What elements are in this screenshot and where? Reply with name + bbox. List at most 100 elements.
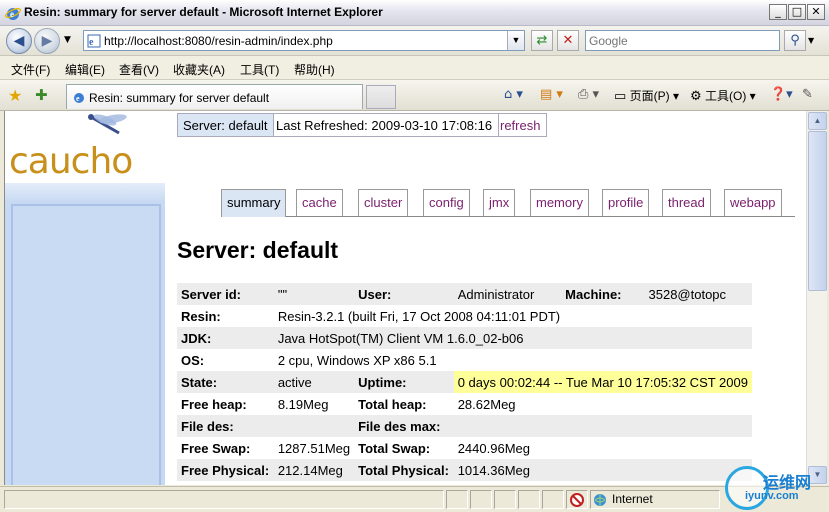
menu-edit[interactable]: 编辑(E): [65, 61, 105, 78]
info-label: Free Swap:: [177, 437, 274, 459]
tab-resin-summary[interactable]: e Resin: summary for server default: [66, 84, 363, 109]
stop-icon[interactable]: ✕: [557, 30, 579, 51]
info-label: User:: [354, 283, 454, 305]
tab-profile[interactable]: profile: [602, 189, 650, 216]
minimize-button[interactable]: _: [769, 4, 787, 20]
ie-logo-icon: e: [5, 8, 21, 20]
scroll-up-icon[interactable]: ▲: [808, 112, 827, 130]
menu-help[interactable]: 帮助(H): [294, 61, 335, 78]
info-value: active: [273, 371, 355, 393]
table-row: State: active Uptime: 0 days 00:02:44 --…: [177, 371, 752, 393]
forward-button[interactable]: ▶: [34, 28, 60, 54]
info-value: Java HotSpot(TM) Client VM 1.6.0_02-b06: [273, 327, 752, 349]
status-bar: Internet: [0, 486, 829, 512]
info-label: Total Swap:: [354, 437, 454, 459]
info-value: 1014.36Meg: [453, 459, 752, 481]
status-cell: [446, 490, 468, 509]
page-menu[interactable]: ▭ 页面(P) ▾: [614, 87, 679, 104]
menu-bar: 文件(F) 编辑(E) 查看(V) 收藏夹(A) 工具(T) 帮助(H): [0, 56, 829, 80]
refresh-icon[interactable]: ⇄: [531, 30, 553, 51]
info-value: 8.19Meg: [273, 393, 355, 415]
search-icon[interactable]: ⚲: [784, 30, 806, 51]
tab-summary[interactable]: summary: [221, 189, 287, 217]
tab-label: Resin: summary for server default: [89, 91, 270, 105]
info-value: 28.62Meg: [453, 393, 752, 415]
info-value: Administrator: [453, 283, 562, 305]
search-box[interactable]: [585, 30, 780, 51]
address-dropdown-icon[interactable]: ▼: [507, 31, 524, 50]
scroll-thumb[interactable]: [808, 131, 827, 291]
tab-jmx[interactable]: jmx: [483, 189, 516, 216]
tab-config[interactable]: config: [423, 189, 470, 216]
info-value: 3528@totopc: [644, 283, 752, 305]
new-tab-button[interactable]: [366, 85, 396, 109]
status-message: [4, 490, 444, 509]
status-cell: [470, 490, 492, 509]
table-row: JDK: Java HotSpot(TM) Client VM 1.6.0_02…: [177, 327, 752, 349]
help-icon[interactable]: ❓▾: [770, 87, 793, 102]
info-label: Machine:: [561, 283, 645, 305]
menu-view[interactable]: 查看(V): [119, 61, 159, 78]
address-field[interactable]: e ▼: [83, 30, 525, 51]
menu-tools[interactable]: 工具(T): [240, 61, 279, 78]
search-options-icon[interactable]: ▼: [808, 36, 814, 45]
admin-nav-tabs: summary cache cluster config jmx memory …: [221, 189, 795, 217]
status-cell: [542, 490, 564, 509]
tab-cache[interactable]: cache: [296, 189, 343, 216]
tab-memory[interactable]: memory: [530, 189, 589, 216]
title-bar: e Resin: summary for server default - Mi…: [0, 0, 829, 26]
tab-bar: ★ ✚ e Resin: summary for server default …: [0, 80, 829, 111]
refresh-link[interactable]: refresh: [494, 113, 548, 137]
table-row: File des: File des max:: [177, 415, 752, 437]
sidebar-panel: [11, 204, 161, 485]
info-value: 1287.51Meg: [273, 437, 355, 459]
page-menu-label: 页面(P): [629, 89, 670, 103]
dragonfly-logo-icon: [88, 114, 127, 135]
info-value: 2440.96Meg: [453, 437, 752, 459]
address-input[interactable]: [104, 32, 504, 49]
menu-file[interactable]: 文件(F): [11, 61, 50, 78]
table-row: Free Swap: 1287.51Meg Total Swap: 2440.9…: [177, 437, 752, 459]
svg-text:e: e: [76, 94, 80, 103]
tab-cluster[interactable]: cluster: [358, 189, 409, 216]
info-value: [453, 415, 752, 437]
maximize-button[interactable]: □: [788, 4, 806, 20]
svg-text:e: e: [89, 37, 94, 48]
popup-blocked-icon[interactable]: [566, 490, 588, 509]
info-label: State:: [177, 371, 274, 393]
info-label: Free heap:: [177, 393, 274, 415]
menu-favorites[interactable]: 收藏夹(A): [173, 61, 225, 78]
table-row: Free Physical: 212.14Meg Total Physical:…: [177, 459, 752, 481]
info-label: Server id:: [177, 283, 274, 305]
last-refreshed: Last Refreshed: 2009-03-10 17:08:16: [270, 113, 500, 137]
search-input[interactable]: [589, 32, 774, 49]
watermark-logo: 运维网 iyunv.com: [725, 466, 829, 512]
status-cell: [494, 490, 516, 509]
info-value: 2 cpu, Windows XP x86 5.1: [273, 349, 752, 371]
tools-menu-label: 工具(O): [705, 89, 747, 103]
vertical-scrollbar[interactable]: ▲ ▼: [806, 111, 827, 485]
page-icon: e: [87, 34, 101, 48]
svg-text:e: e: [10, 9, 14, 19]
info-label: Free Physical:: [177, 459, 274, 481]
forward-arrow-icon: ▶: [41, 33, 53, 49]
info-label: File des:: [177, 415, 274, 437]
home-icon[interactable]: ⌂ ▾: [504, 87, 523, 102]
tools-menu[interactable]: ⚙ 工具(O) ▾: [690, 87, 756, 104]
close-button[interactable]: ✕: [807, 4, 825, 20]
page-icon: e: [74, 93, 84, 103]
globe-icon: [594, 494, 606, 506]
back-arrow-icon: ◀: [13, 33, 25, 49]
research-icon[interactable]: ✎: [802, 87, 813, 102]
rss-feed-icon[interactable]: ▤ ▾: [540, 87, 563, 102]
table-row: OS: 2 cpu, Windows XP x86 5.1: [177, 349, 752, 371]
history-dropdown-icon[interactable]: ▼: [64, 35, 71, 45]
print-icon[interactable]: ⎙ ▾: [578, 87, 599, 102]
table-row: Resin: Resin-3.2.1 (built Fri, 17 Oct 20…: [177, 305, 752, 327]
tab-webapp[interactable]: webapp: [724, 189, 782, 216]
favorites-star-icon[interactable]: ★: [8, 86, 22, 105]
info-value: Resin-3.2.1 (built Fri, 17 Oct 2008 04:1…: [273, 305, 752, 327]
back-button[interactable]: ◀: [6, 28, 32, 54]
tab-thread[interactable]: thread: [662, 189, 711, 216]
add-favorite-icon[interactable]: ✚: [35, 86, 48, 104]
